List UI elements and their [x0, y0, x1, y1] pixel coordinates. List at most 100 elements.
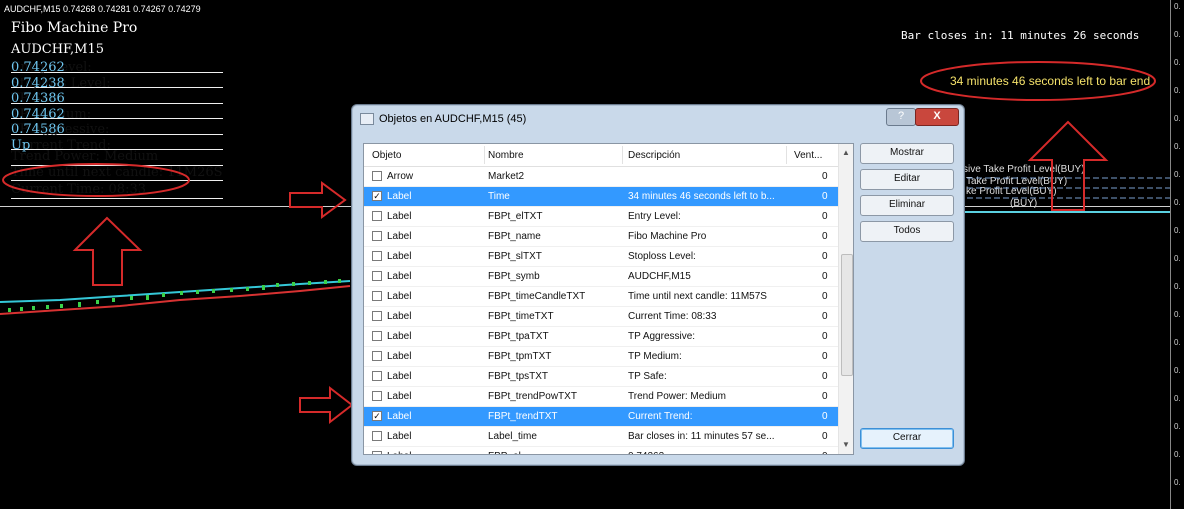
table-row[interactable]: ✓ Label FBPt_trendTXT Current Trend: 0: [364, 407, 838, 427]
row-checkbox[interactable]: ✓: [372, 191, 382, 201]
row-vent: 0: [822, 451, 836, 454]
row-checkbox[interactable]: [372, 351, 382, 361]
row-objeto: Label: [387, 311, 412, 322]
table-row[interactable]: Label FBPt_tpaTXT TP Aggressive: 0: [364, 327, 838, 347]
dialog-titlebar[interactable]: Objetos en AUDCHF,M15 (45) ? X: [352, 105, 964, 133]
row-objeto: Label: [387, 431, 412, 442]
axis-tick: 0.: [1174, 282, 1181, 291]
axis-tick: 0.: [1174, 58, 1181, 67]
scroll-down-icon[interactable]: ▼: [842, 440, 850, 449]
row-objeto: Label: [387, 291, 412, 302]
row-nombre: Time: [488, 191, 510, 202]
row-checkbox[interactable]: [372, 431, 382, 441]
objects-list[interactable]: Objeto Nombre Descripción Vent... Arrow M…: [363, 143, 854, 455]
axis-tick: 0.: [1174, 478, 1181, 487]
table-row[interactable]: Label FBPt_slTXT Stoploss Level: 0: [364, 247, 838, 267]
row-objeto: Label: [387, 411, 412, 422]
annotation-up-arrow-right: [1027, 120, 1109, 211]
row-descripcion: Stoploss Level:: [628, 251, 696, 262]
row-vent: 0: [822, 271, 828, 282]
scroll-thumb[interactable]: [841, 254, 853, 376]
table-row[interactable]: Label FBPt_trendPowTXT Trend Power: Medium…: [364, 387, 838, 407]
row-objeto: Label: [387, 211, 412, 222]
row-checkbox[interactable]: [372, 211, 382, 221]
axis-tick: 0.: [1174, 422, 1181, 431]
table-row[interactable]: Label FBP_el 0.74262 0: [364, 447, 838, 454]
help-button[interactable]: ?: [886, 108, 916, 126]
row-nombre: FBPt_elTXT: [488, 211, 543, 222]
axis-tick: 0.: [1174, 86, 1181, 95]
row-checkbox[interactable]: [372, 171, 382, 181]
row-vent: 0: [822, 371, 828, 382]
row-checkbox[interactable]: [372, 391, 382, 401]
table-row[interactable]: Label FBPt_name Fibo Machine Pro 0: [364, 227, 838, 247]
table-row[interactable]: Label Label_time Bar closes in: 11 minutes…: [364, 427, 838, 447]
table-row[interactable]: Label FBPt_tpsTXT TP Safe: 0: [364, 367, 838, 387]
close-button[interactable]: X: [915, 108, 959, 126]
row-checkbox[interactable]: [372, 251, 382, 261]
axis-tick: 0.: [1174, 114, 1181, 123]
axis-tick: 0.: [1174, 394, 1181, 403]
table-row[interactable]: Label FBPt_tpmTXT TP Medium: 0: [364, 347, 838, 367]
row-descripcion: TP Medium:: [628, 351, 682, 362]
row-checkbox[interactable]: [372, 311, 382, 321]
eliminar-button[interactable]: Eliminar: [860, 195, 954, 216]
table-row[interactable]: Label FBPt_timeCandleTXT Time until next c…: [364, 287, 838, 307]
mostrar-button[interactable]: Mostrar: [860, 143, 954, 164]
axis-tick: 0.: [1174, 142, 1181, 151]
row-nombre: FBPt_symb: [488, 271, 540, 282]
axis-tick: 0.: [1174, 170, 1181, 179]
todos-button[interactable]: Todos: [860, 221, 954, 242]
row-checkbox[interactable]: [372, 291, 382, 301]
row-descripcion: 34 minutes 46 seconds left to b...: [628, 191, 775, 202]
row-descripcion: Current Trend:: [628, 411, 693, 422]
row-descripcion: AUDCHF,M15: [628, 271, 691, 282]
row-checkbox[interactable]: [372, 231, 382, 241]
row-vent: 0: [822, 211, 828, 222]
row-vent: 0: [822, 331, 828, 342]
table-row[interactable]: Label FBPt_elTXT Entry Level: 0: [364, 207, 838, 227]
axis-tick: 0.: [1174, 30, 1181, 39]
row-checkbox[interactable]: [372, 371, 382, 381]
col-objeto[interactable]: Objeto: [372, 150, 401, 161]
table-row[interactable]: ✓ Label Time 34 minutes 46 seconds left to …: [364, 187, 838, 207]
row-vent: 0: [822, 291, 828, 302]
col-vent[interactable]: Vent...: [794, 150, 822, 161]
row-checkbox[interactable]: ✓: [372, 411, 382, 421]
row-descripcion: Current Time: 08:33: [628, 311, 717, 322]
list-header: Objeto Nombre Descripción Vent...: [364, 144, 853, 167]
row-objeto: Label: [387, 271, 412, 282]
table-row[interactable]: Label FBPt_symb AUDCHF,M15 0: [364, 267, 838, 287]
row-checkbox[interactable]: [372, 451, 382, 454]
objects-dialog[interactable]: Objetos en AUDCHF,M15 (45) ? X Objeto No…: [351, 104, 965, 466]
scroll-up-icon[interactable]: ▲: [842, 148, 850, 157]
row-objeto: Label: [387, 351, 412, 362]
table-row[interactable]: Arrow Market2 0: [364, 167, 838, 187]
col-nombre[interactable]: Nombre: [488, 150, 524, 161]
cerrar-button[interactable]: Cerrar: [860, 428, 954, 449]
annotation-arrow-time-row: [289, 181, 347, 219]
row-nombre: FBPt_trendTXT: [488, 411, 558, 422]
list-scrollbar[interactable]: ▲ ▼: [838, 144, 853, 454]
row-nombre: FBPt_tpsTXT: [488, 371, 549, 382]
row-objeto: Label: [387, 231, 412, 242]
row-descripcion: Fibo Machine Pro: [628, 231, 707, 242]
col-descripcion[interactable]: Descripción: [628, 150, 680, 161]
row-objeto: Label: [387, 191, 412, 202]
axis-tick: 0.: [1174, 450, 1181, 459]
editar-button[interactable]: Editar: [860, 169, 954, 190]
annotation-arrow-trend-row: [299, 385, 354, 425]
price-axis: 0. 0. 0. 0. 0. 0. 0. 0. 0. 0. 0. 0. 0. 0…: [1170, 0, 1184, 509]
table-row[interactable]: Label FBPt_timeTXT Current Time: 08:33 0: [364, 307, 838, 327]
row-checkbox[interactable]: [372, 271, 382, 281]
row-nombre: Market2: [488, 171, 525, 182]
row-checkbox[interactable]: [372, 331, 382, 341]
axis-tick: 0.: [1174, 310, 1181, 319]
row-nombre: FBPt_timeTXT: [488, 311, 554, 322]
annotation-up-arrow-left: [72, 216, 143, 286]
annotation-ellipse-bar-end: [920, 61, 1156, 101]
row-descripcion: 0.74262: [628, 451, 784, 454]
row-descripcion: Entry Level:: [628, 211, 681, 222]
row-vent: 0: [822, 431, 828, 442]
row-nombre: FBPt_slTXT: [488, 251, 542, 262]
